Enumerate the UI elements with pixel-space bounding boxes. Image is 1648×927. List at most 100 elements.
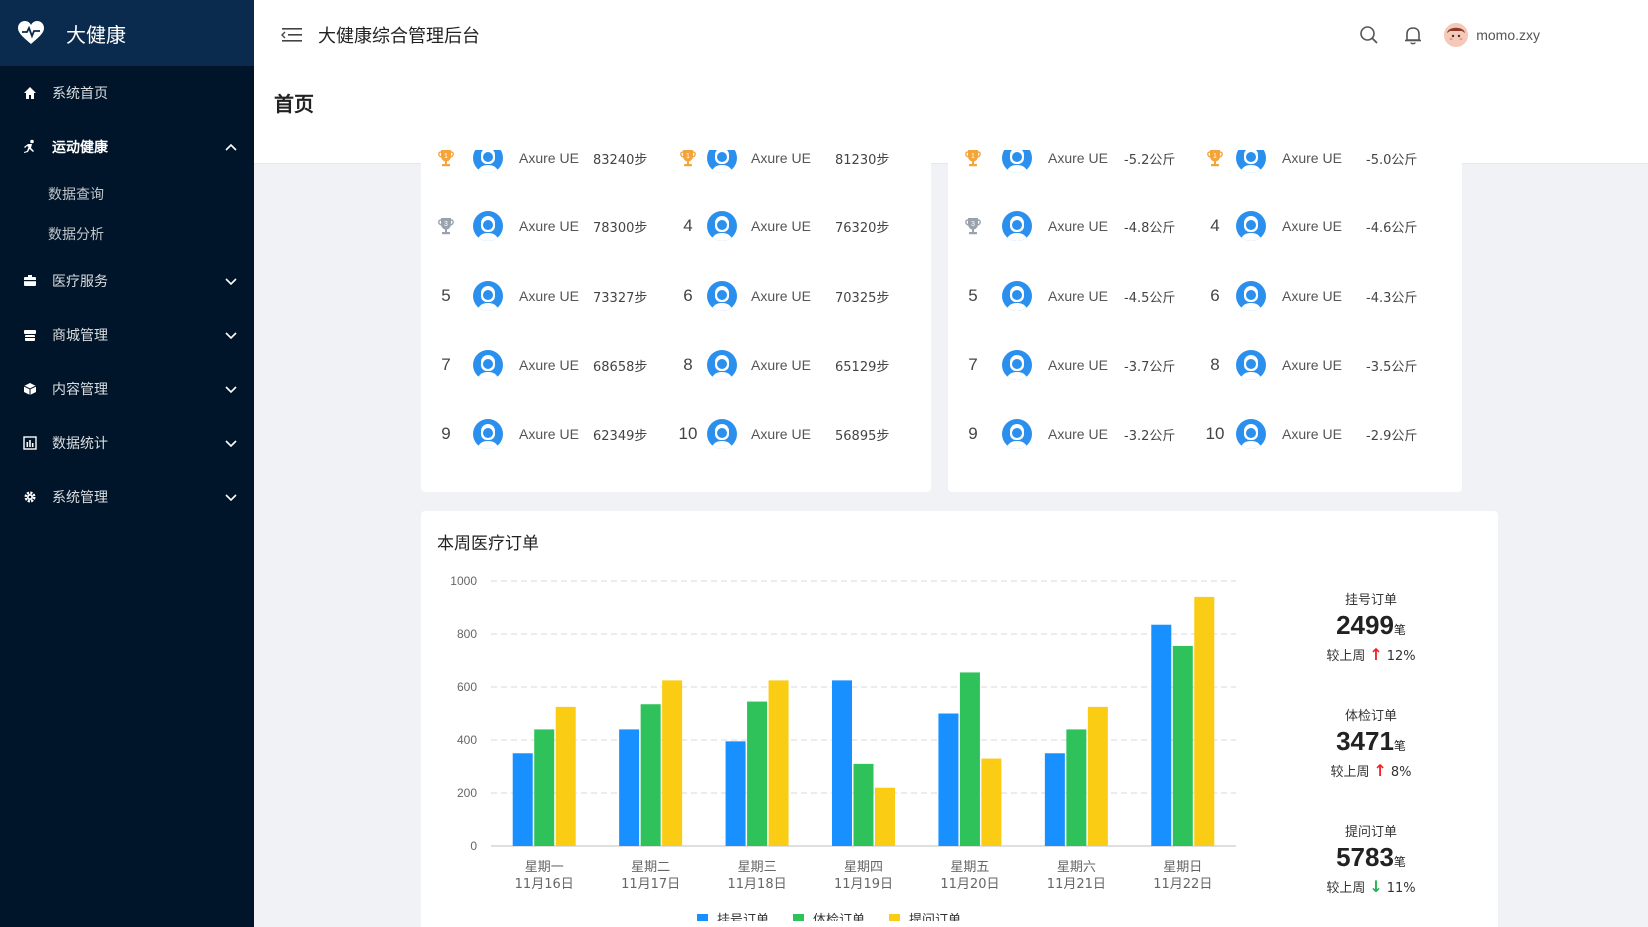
gear-icon [22,489,38,505]
chevron-up-icon[interactable] [224,140,238,154]
user-avatar-icon [473,350,503,380]
bell-icon[interactable] [1402,24,1424,46]
user-avatar [1236,414,1266,454]
sidebar-item-medical[interactable]: 医疗服务 [0,254,254,308]
sidebar-item-label: 数据统计 [52,436,108,452]
y-tick-label: 1000 [450,574,477,588]
user-name: Axure UE [1282,288,1342,304]
stat-question: 提问订单 5783笔 较上周 ↓ 11% [1301,821,1441,896]
rank-number: 9 [968,424,978,443]
stat-compare: 较上周 ↑ 12% [1301,645,1441,664]
sidebar-item-content[interactable]: 内容管理 [0,362,254,416]
user-avatar-icon [1002,211,1032,241]
rank-number: 6 [683,286,693,305]
bar [1066,729,1087,846]
chevron-down-icon[interactable] [224,382,238,396]
stat-compare-label: 较上周 [1330,765,1370,780]
rank-number: 5 [968,286,978,305]
stat-unit: 笔 [1393,623,1406,637]
bar [1194,596,1215,846]
chevron-down-icon[interactable] [224,490,238,504]
bar [938,713,959,846]
ranking-value: -5.0公斤 [1366,152,1418,168]
ranking-value: 68658步 [593,359,648,375]
chevron-down-icon[interactable] [224,328,238,342]
sidebar-subitem-data-analysis[interactable]: 数据分析 [0,214,254,254]
stat-unit: 笔 [1393,855,1406,869]
trophy-icon: 1 [962,150,984,178]
search-icon[interactable] [1358,24,1380,46]
chevron-down-icon[interactable] [224,274,238,288]
sidebar-subitem-data-query[interactable]: 数据查询 [0,174,254,214]
y-tick-label: 0 [470,839,477,853]
user-avatar-icon [1002,419,1032,449]
user-name: Axure UE [1048,426,1108,442]
stat-number: 2499 [1336,610,1394,640]
username: momo.zxy [1476,27,1540,43]
user-avatar-icon [1236,419,1266,449]
ranking-value: 70325步 [835,290,890,306]
rank-number: 7 [968,355,978,374]
user-menu[interactable]: momo.zxy [1444,23,1540,47]
bar [832,680,852,846]
bar [981,758,1002,846]
x-tick-label: 星期一 [525,860,564,875]
user-name: Axure UE [519,218,579,234]
stat-compare-label: 较上周 [1326,881,1366,896]
user-avatar [707,276,737,316]
user-avatar-icon [707,350,737,380]
bar-chart-icon [22,435,38,451]
user-name: Axure UE [1282,357,1342,373]
trophy-icon: 3 [435,206,457,246]
bar [959,672,980,846]
x-tick-label: 11月17日 [621,877,680,892]
sidebar-item-store[interactable]: 商城管理 [0,308,254,362]
stat-label: 挂号订单 [1344,593,1397,608]
user-avatar [1236,206,1266,246]
brand[interactable]: 大健康 [0,0,254,66]
sidebar-item-system[interactable]: 系统管理 [0,470,254,524]
user-name: Axure UE [1048,288,1108,304]
sidebar-item-statistics[interactable]: 数据统计 [0,416,254,470]
x-tick-label: 11月20日 [940,877,999,892]
weight-loss-ranking-card: 1 Axure UE -5.2公斤 1 Axure UE -5.0公斤 3 Axure UE -… [948,150,1462,492]
sidebar-item-home[interactable]: 系统首页 [0,66,254,120]
sidebar-item-label: 商城管理 [52,328,108,344]
ranking-value: -2.9公斤 [1366,428,1418,444]
ranking-value: -3.2公斤 [1124,428,1176,444]
app-title: 大健康综合管理后台 [318,26,480,47]
y-tick-label: 200 [457,786,477,800]
top-header: 大健康综合管理后台 momo.zxy [254,0,1648,70]
ranking-value: -4.6公斤 [1366,220,1418,236]
user-name: Axure UE [751,150,811,166]
ranking-row: 3 Axure UE -4.8公斤 4 Axure UE -4.6公斤 [948,206,1462,246]
medical-orders-card: 本周医疗订单 0 200 400 600 800 1000 星期一 11月16日 星期二 11月1… [421,511,1498,927]
bar [534,729,555,846]
ranking-value: 73327步 [593,290,648,306]
user-name: Axure UE [519,426,579,442]
sidebar: 大健康 系统首页 运动健康 数据查询 数据分析 医疗服务 商城管理 内容管理 数… [0,0,254,927]
trophy-icon: 1 [677,150,699,178]
user-avatar-icon [1236,211,1266,241]
stat-label: 体检订单 [1344,709,1397,724]
stat-percent: 11% [1386,881,1416,896]
store-icon [22,327,38,343]
stat-unit: 笔 [1393,739,1406,753]
sidebar-item-sports-health[interactable]: 运动健康 [0,120,254,174]
user-avatar [1002,206,1032,246]
user-avatar [473,206,503,246]
legend-label: 提问订单 [909,912,961,921]
user-avatar-icon [473,281,503,311]
user-avatar-icon [1002,281,1032,311]
ranking-value: 81230步 [835,152,890,168]
user-name: Axure UE [751,426,811,442]
svg-text:1: 1 [686,153,690,160]
stat-value: 3471笔 [1301,726,1441,757]
user-avatar [1002,276,1032,316]
rank-number: 5 [441,286,451,305]
chevron-down-icon[interactable] [224,436,238,450]
menu-fold-icon[interactable] [280,25,304,45]
ranking-row: 1 Axure UE 83240步 1 Axure UE 81230步 [421,150,931,178]
ranking-value: 56895步 [835,428,890,444]
sidebar-menu: 系统首页 运动健康 数据查询 数据分析 医疗服务 商城管理 内容管理 数据统计 … [0,66,254,524]
